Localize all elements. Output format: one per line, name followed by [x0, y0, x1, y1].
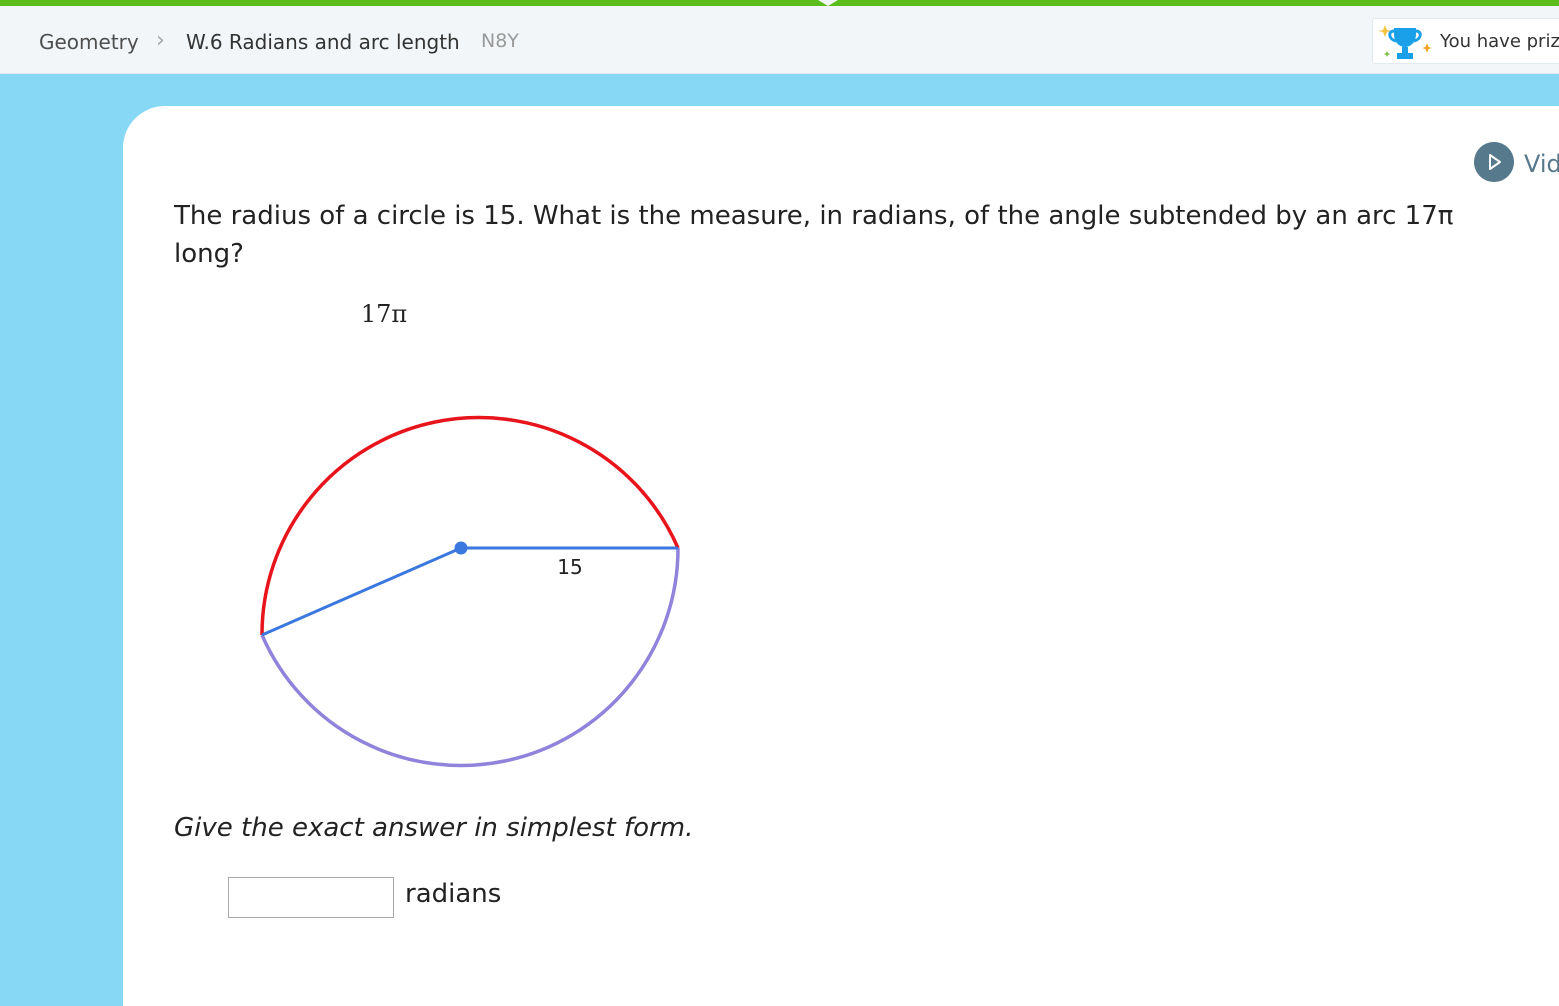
- video-label[interactable]: Vid: [1524, 150, 1559, 178]
- radius-label: 15: [557, 555, 582, 579]
- unit-label: radians: [405, 879, 502, 909]
- radius-line-angled: [261, 546, 462, 637]
- top-bar: Geometry › W.6 Radians and arc length N8…: [0, 6, 1559, 74]
- breadcrumb-geometry[interactable]: Geometry: [39, 30, 139, 54]
- breadcrumb-separator-icon: ›: [156, 28, 165, 53]
- answer-input[interactable]: [228, 877, 394, 918]
- trophy-icon: [1378, 25, 1432, 59]
- arc-length-label: 17π: [361, 300, 407, 328]
- prize-text: You have priz: [1440, 31, 1559, 52]
- skill-code: N8Y: [481, 30, 519, 52]
- prize-banner[interactable]: You have priz: [1372, 18, 1559, 64]
- video-play-button[interactable]: [1474, 142, 1514, 182]
- circle-diagram: 17π 15: [260, 300, 680, 768]
- center-point: [454, 541, 468, 555]
- subtended-arc: [260, 415, 680, 636]
- remaining-arc: [260, 547, 680, 768]
- question-text: The radius of a circle is 15. What is th…: [174, 201, 1454, 269]
- skill-title: W.6 Radians and arc length: [186, 30, 460, 54]
- instruction-text: Give the exact answer in simplest form.: [174, 813, 694, 843]
